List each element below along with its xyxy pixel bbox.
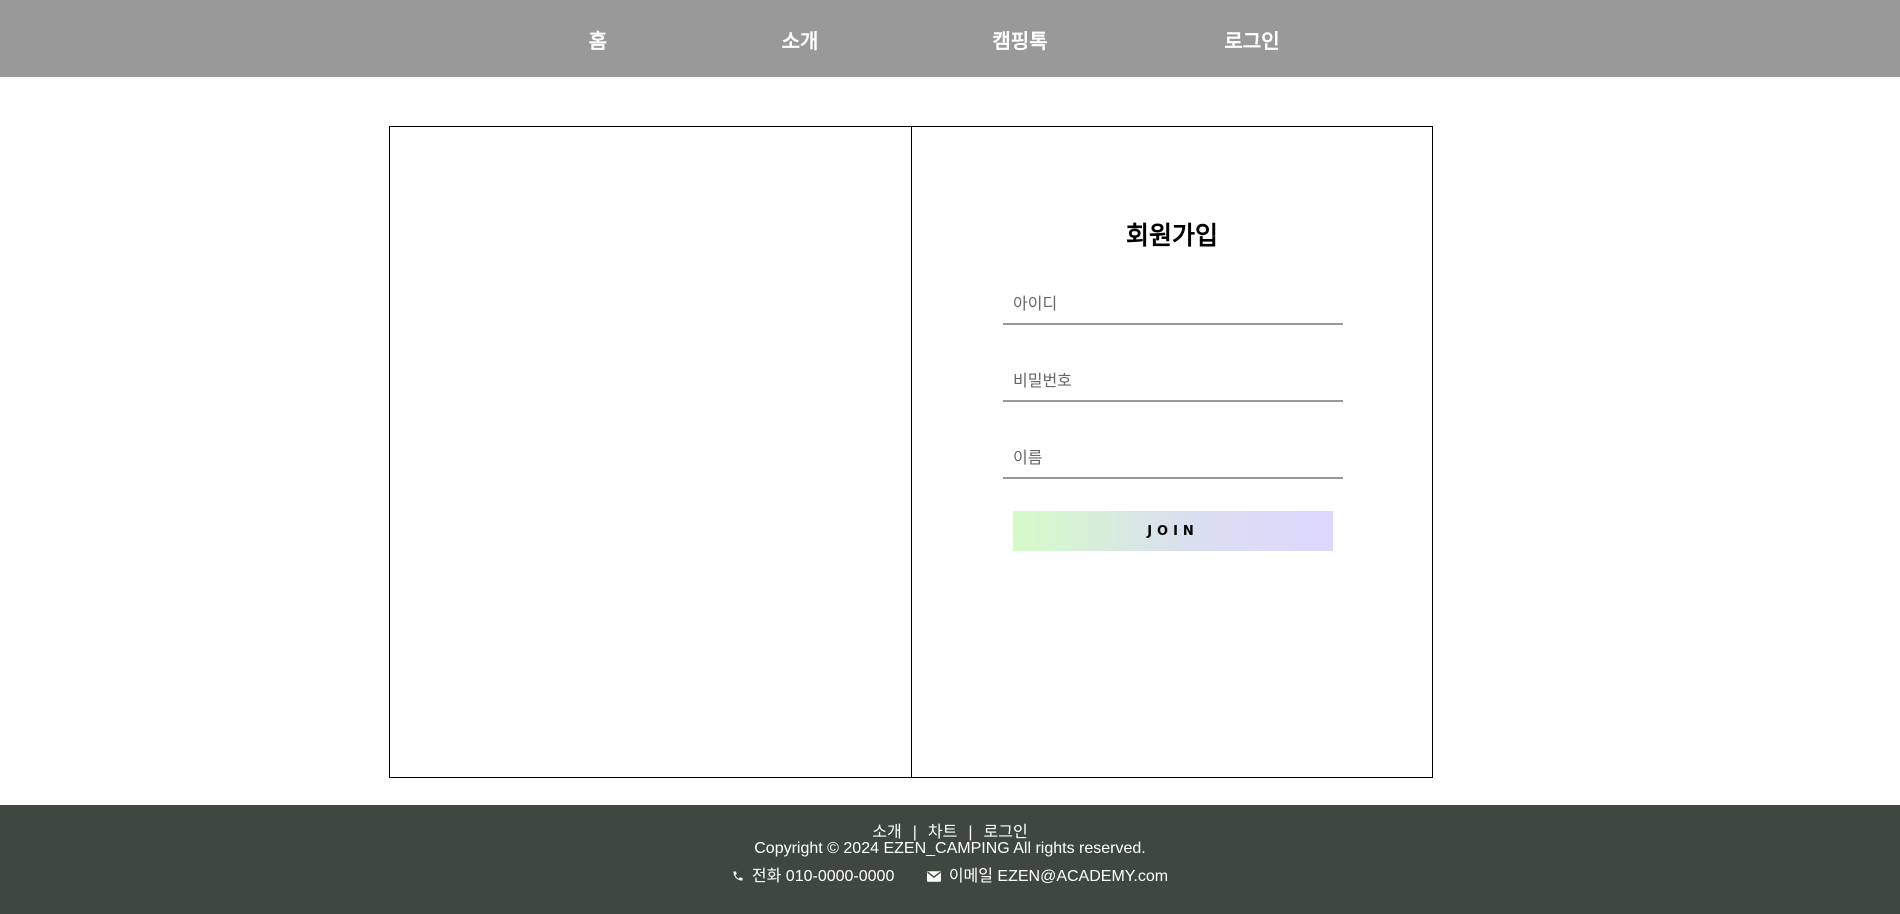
signup-container: 회원가입 JOIN bbox=[389, 126, 1433, 778]
footer-links: 소개 | 차트 | 로그인 bbox=[0, 818, 1900, 842]
nav-item-about[interactable]: 소개 bbox=[782, 25, 819, 54]
copyright-text: Copyright © 2024 EZEN_CAMPING All rights… bbox=[754, 840, 1146, 857]
password-input[interactable] bbox=[1003, 360, 1343, 402]
email-contact: 이메일 EZEN@ACADEMY.com bbox=[926, 862, 1169, 886]
phone-icon bbox=[732, 868, 752, 885]
signup-form: 회원가입 JOIN bbox=[912, 127, 1432, 777]
footer-link-about[interactable]: 소개 bbox=[872, 824, 901, 841]
footer-link-login[interactable]: 로그인 bbox=[984, 824, 1028, 841]
email-text: 이메일 EZEN@ACADEMY.com bbox=[948, 868, 1169, 885]
top-nav: 홈 소개 캠핑톡 로그인 bbox=[0, 0, 1900, 77]
contact-info: 전화 010-0000-0000 이메일 EZEN@ACADEMY.com bbox=[0, 862, 1900, 886]
footer-separator: | bbox=[912, 824, 917, 841]
footer-link-chart[interactable]: 차트 bbox=[928, 824, 957, 841]
footer-separator: | bbox=[968, 824, 973, 841]
mail-icon bbox=[926, 868, 949, 885]
phone-text: 전화 010-0000-0000 bbox=[751, 868, 895, 885]
id-input[interactable] bbox=[1003, 283, 1343, 325]
name-input[interactable] bbox=[1003, 437, 1343, 479]
image-panel bbox=[390, 127, 912, 777]
nav-item-login[interactable]: 로그인 bbox=[1224, 25, 1279, 54]
footer: 소개 | 차트 | 로그인 Copyright © 2024 EZEN_CAMPING … bbox=[0, 805, 1900, 914]
phone-contact: 전화 010-0000-0000 bbox=[732, 862, 894, 886]
signup-title: 회원가입 bbox=[1125, 221, 1218, 250]
join-button[interactable]: JOIN bbox=[1013, 511, 1333, 551]
nav-item-home[interactable]: 홈 bbox=[589, 25, 607, 54]
nav-item-camping-talk[interactable]: 캠핑톡 bbox=[992, 25, 1047, 54]
